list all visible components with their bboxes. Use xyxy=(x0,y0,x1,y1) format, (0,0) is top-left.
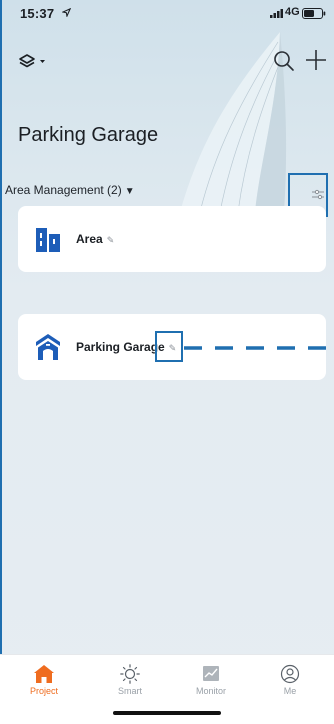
tab-label: Me xyxy=(283,686,297,696)
tab-label: Monitor xyxy=(195,686,226,696)
dropdown-caret-icon xyxy=(40,60,45,63)
page-title: Parking Garage xyxy=(18,124,159,146)
parking-garage-label: Parking Garage xyxy=(76,340,165,354)
card-label: Area ✎ xyxy=(76,232,114,246)
edit-pencil-icon[interactable]: ✎ xyxy=(107,235,115,246)
parking-garage-icon xyxy=(36,334,60,360)
plus-icon xyxy=(306,50,326,70)
battery-icon xyxy=(302,8,326,19)
tab-project[interactable]: Project xyxy=(14,664,74,696)
status-bar: 15:37 4G xyxy=(0,0,334,24)
area-card[interactable]: Area ✎ xyxy=(18,206,326,272)
add-button[interactable] xyxy=(303,47,329,73)
tab-label: Project xyxy=(29,686,58,696)
dashed-pointer-line xyxy=(184,346,332,350)
area-management-label: Area Management (2) xyxy=(5,183,122,197)
layers-icon xyxy=(19,54,45,68)
tab-me[interactable]: Me xyxy=(260,664,320,696)
cellular-signal-icon xyxy=(270,9,283,18)
tab-monitor[interactable]: Monitor xyxy=(181,664,241,696)
area-label: Area xyxy=(76,232,103,246)
chart-icon xyxy=(203,666,219,681)
tab-smart[interactable]: Smart xyxy=(100,664,160,696)
area-building-icon xyxy=(36,228,60,252)
search-icon xyxy=(274,51,294,71)
project-switcher-button[interactable] xyxy=(18,52,50,74)
caret-down-icon: ▼ xyxy=(124,186,135,197)
area-management-dropdown[interactable]: Area Management (2) ▼ xyxy=(5,183,135,197)
sun-icon xyxy=(120,664,140,684)
status-time: 15:37 xyxy=(20,6,55,21)
location-arrow-icon xyxy=(62,8,71,17)
search-button[interactable] xyxy=(272,49,296,73)
user-icon xyxy=(280,664,300,684)
edit-highlight-box xyxy=(155,331,183,362)
home-indicator xyxy=(113,711,221,715)
home-icon xyxy=(34,665,54,683)
left-edge-marker xyxy=(0,0,2,723)
network-type: 4G xyxy=(285,6,300,18)
tab-label: Smart xyxy=(117,686,142,696)
